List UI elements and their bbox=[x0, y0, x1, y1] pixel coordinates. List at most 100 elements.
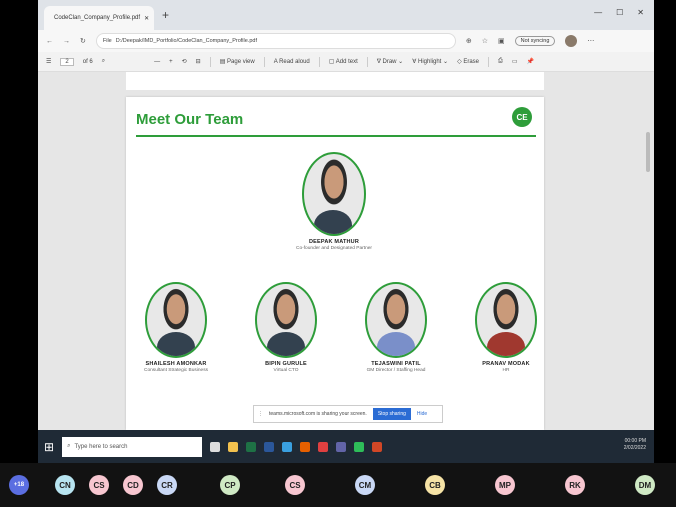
member-name: BIPIN GURULE bbox=[265, 361, 307, 367]
pdf-toolbar: ☰ 2 of 6 ⌕ — + ⟲ ⊟ ▤ Page view A Read al… bbox=[38, 52, 654, 72]
task-view-icon[interactable] bbox=[210, 441, 221, 452]
vertical-scrollbar[interactable] bbox=[646, 132, 650, 172]
previous-page-edge bbox=[126, 72, 544, 90]
refresh-icon[interactable]: ↻ bbox=[80, 37, 86, 45]
zoom-out-icon[interactable]: — bbox=[154, 59, 160, 65]
participant-tile[interactable]: CP bbox=[205, 472, 255, 502]
page-number-input[interactable]: 2 bbox=[60, 57, 74, 66]
member-photo bbox=[255, 282, 317, 358]
participant-tile[interactable]: RK bbox=[550, 472, 600, 502]
edge-icon[interactable] bbox=[282, 441, 293, 452]
participant-tile[interactable]: DM bbox=[620, 472, 670, 502]
member-photo bbox=[475, 282, 537, 358]
draw-label: Draw bbox=[382, 59, 397, 65]
search-placeholder: Type here to search bbox=[74, 443, 128, 450]
forward-icon[interactable]: → bbox=[63, 38, 70, 45]
pin-icon[interactable]: 📌 bbox=[527, 58, 534, 65]
page-title: Meet Our Team bbox=[136, 111, 244, 128]
browser-tab[interactable]: CodeClan_Company_Profile.pdf ✕ bbox=[44, 6, 154, 30]
address-bar: ← → ↻ File D:/Deepak/IMD_Portfolio/CodeC… bbox=[38, 30, 654, 52]
participant-avatar: MP bbox=[495, 475, 515, 495]
add-text-button[interactable]: ▢ Add text bbox=[329, 58, 358, 65]
print-icon[interactable]: ⎙ bbox=[498, 58, 503, 65]
clock-time: 00:00 PM bbox=[624, 438, 646, 444]
stop-sharing-button[interactable]: Stop sharing bbox=[372, 408, 411, 420]
teams-icon[interactable] bbox=[336, 441, 347, 452]
member-photo bbox=[302, 152, 366, 236]
screen-share-bar: ⋮ teams.microsoft.com is sharing your sc… bbox=[253, 405, 443, 423]
close-window-icon[interactable]: ✕ bbox=[637, 8, 644, 17]
member-photo bbox=[365, 282, 427, 358]
back-icon[interactable]: ← bbox=[46, 38, 53, 45]
participant-tile[interactable]: CB bbox=[410, 472, 460, 502]
member-name: TEJASWINI PATIL bbox=[371, 361, 421, 367]
participant-avatar: CB bbox=[425, 475, 445, 495]
system-tray[interactable]: 00:00 PM 2/02/2022 bbox=[624, 438, 646, 452]
member-role: Consultant Strategic Business bbox=[144, 368, 208, 373]
drag-handle-icon[interactable]: ⋮ bbox=[258, 411, 263, 417]
team-member: DEEPAK MATHUR Co-founder and Designated … bbox=[284, 152, 384, 251]
participant-tile[interactable]: +18 bbox=[4, 472, 34, 502]
member-role: HR bbox=[502, 368, 510, 373]
participant-avatar: +18 bbox=[9, 475, 29, 495]
zoom-icon[interactable]: ⊕ bbox=[466, 37, 472, 45]
favorite-icon[interactable]: ☆ bbox=[482, 37, 488, 45]
hide-button[interactable]: Hide bbox=[417, 411, 427, 417]
profile-avatar[interactable] bbox=[565, 35, 578, 47]
participant-tile[interactable]: CS bbox=[270, 472, 320, 502]
erase-label: Erase bbox=[463, 59, 480, 65]
member-role: GM Director / Staffing Head bbox=[366, 368, 426, 373]
new-tab-icon[interactable]: + bbox=[162, 8, 169, 22]
participant-avatar: CP bbox=[220, 475, 240, 495]
search-icon: ⌕ bbox=[67, 443, 71, 449]
collections-icon[interactable]: ▣ bbox=[498, 37, 505, 45]
divider bbox=[209, 56, 211, 67]
close-tab-icon[interactable]: ✕ bbox=[144, 15, 149, 22]
divider bbox=[366, 56, 368, 67]
more-icon[interactable]: ⋯ bbox=[587, 37, 594, 45]
participant-tile[interactable]: CN bbox=[50, 472, 80, 502]
find-icon[interactable]: ⌕ bbox=[102, 58, 105, 65]
chrome-icon[interactable] bbox=[354, 441, 365, 452]
read-aloud-button[interactable]: A Read aloud bbox=[274, 59, 310, 65]
participant-tile[interactable]: CR bbox=[152, 472, 182, 502]
minimize-icon[interactable]: — bbox=[594, 8, 602, 17]
word-icon[interactable] bbox=[264, 441, 275, 452]
browser-tab-bar: CodeClan_Company_Profile.pdf ✕ + — ☐ ✕ bbox=[38, 0, 654, 30]
powerpoint-icon[interactable] bbox=[372, 441, 383, 452]
firefox-icon[interactable] bbox=[300, 441, 311, 452]
highlight-button[interactable]: ∀ Highlight ⌄ bbox=[412, 58, 448, 65]
member-photo bbox=[145, 282, 207, 358]
maximize-icon[interactable]: ☐ bbox=[616, 8, 623, 17]
participant-tile[interactable]: CD bbox=[118, 472, 148, 502]
zoom-in-icon[interactable]: + bbox=[169, 59, 173, 65]
participant-avatar: CS bbox=[285, 475, 305, 495]
windows-start-icon[interactable]: ⊞ bbox=[44, 440, 54, 454]
participant-avatar: CD bbox=[123, 475, 143, 495]
app-icon[interactable] bbox=[318, 441, 329, 452]
rotate-icon[interactable]: ⟲ bbox=[182, 58, 187, 65]
member-role: Co-founder and Designated Partner bbox=[296, 246, 372, 251]
page-view-button[interactable]: ▤ Page view bbox=[220, 58, 255, 65]
sync-button[interactable]: Not syncing bbox=[514, 36, 556, 46]
contents-icon[interactable]: ☰ bbox=[46, 58, 51, 65]
participant-tile[interactable]: MP bbox=[480, 472, 530, 502]
member-name: PRANAV MODAK bbox=[482, 361, 530, 367]
url-box[interactable]: File D:/Deepak/IMD_Portfolio/CodeClan_Co… bbox=[95, 33, 456, 49]
draw-button[interactable]: ∇ Draw ⌄ bbox=[377, 58, 403, 65]
erase-button[interactable]: ◇ Erase bbox=[457, 58, 479, 65]
fit-icon[interactable]: ⊟ bbox=[196, 58, 201, 65]
participant-avatar: RK bbox=[565, 475, 585, 495]
participant-tile[interactable]: CM bbox=[340, 472, 390, 502]
pdf-viewer: Meet Our Team CE DEEPAK MATHUR Co-founde… bbox=[38, 72, 654, 430]
participant-avatar: CR bbox=[157, 475, 177, 495]
page-total: of 6 bbox=[82, 58, 93, 65]
team-member: SHAILESH AMONKAR Consultant Strategic Bu… bbox=[126, 282, 226, 373]
participant-tile[interactable]: CS bbox=[84, 472, 114, 502]
shared-screen: CodeClan_Company_Profile.pdf ✕ + — ☐ ✕ ←… bbox=[38, 0, 654, 463]
excel-icon[interactable] bbox=[246, 441, 257, 452]
taskbar-search[interactable]: ⌕ Type here to search bbox=[62, 436, 203, 457]
save-icon[interactable]: ▭ bbox=[512, 58, 518, 65]
file-explorer-icon[interactable] bbox=[228, 441, 239, 452]
page-view-label: Page view bbox=[227, 59, 255, 65]
